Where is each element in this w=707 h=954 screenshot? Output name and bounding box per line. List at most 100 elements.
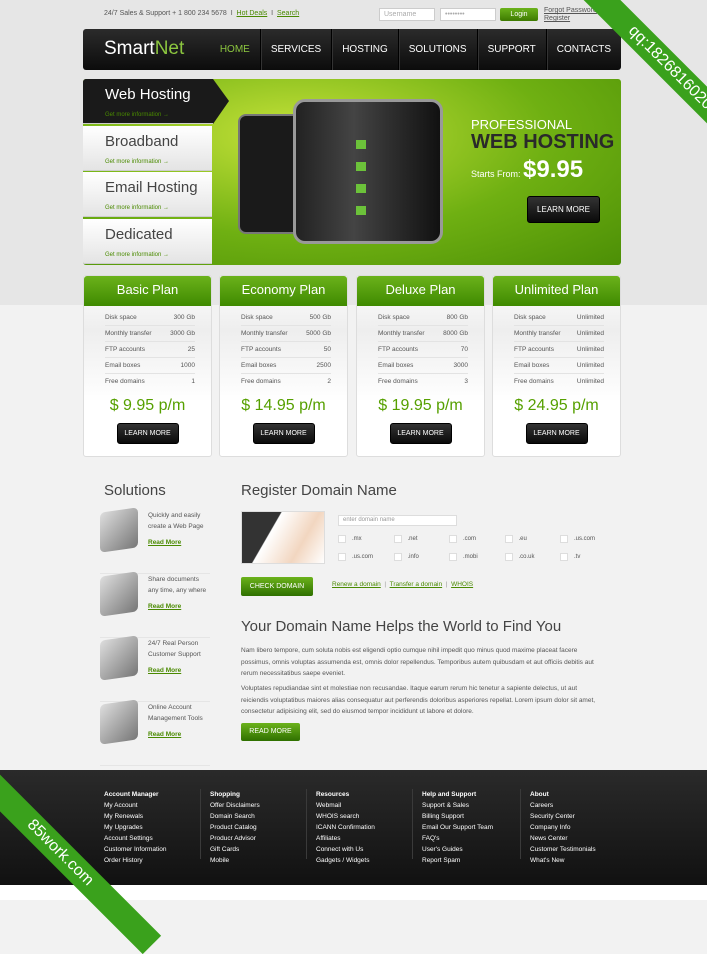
read-more-link[interactable]: Read More (148, 601, 213, 612)
nav-item-hosting[interactable]: HOSTING (331, 29, 398, 70)
solution-item: 24/7 Real Person Customer Support Read Mor… (100, 635, 213, 702)
feature-row: Free domains Unlimited (514, 374, 604, 390)
footer-link[interactable]: Email Our Support Team (422, 822, 493, 833)
check-domain-button[interactable]: CHECK DOMAIN (241, 577, 313, 596)
banner-learn-more-button[interactable]: LEARN MORE (527, 196, 600, 223)
tld-checkbox[interactable]: .eu (504, 535, 560, 543)
banner-tab-link[interactable]: Get more information → (105, 112, 169, 118)
footer-link[interactable]: User's Guides (422, 844, 493, 855)
footer-link[interactable]: My Renewals (104, 811, 167, 822)
footer-link[interactable]: My Upgrades (104, 822, 167, 833)
nav-item-home[interactable]: HOME (210, 29, 260, 70)
footer-link[interactable]: What's New (530, 855, 596, 866)
footer-link[interactable]: My Account (104, 800, 167, 811)
plan-learn-more-button[interactable]: LEARN MORE (389, 423, 452, 444)
feature-row: Disk space Unlimited (514, 310, 604, 326)
banner-tab-link[interactable]: Get more information → (105, 159, 169, 165)
nav-item-support[interactable]: SUPPORT (476, 29, 546, 70)
plan-name: Basic Plan (84, 276, 211, 306)
username-input[interactable]: Username (379, 8, 435, 21)
tld-checkbox[interactable]: .mx (338, 535, 393, 543)
footer-link[interactable]: FAQ's (422, 833, 493, 844)
checkbox[interactable] (560, 553, 568, 561)
banner-tab-link[interactable]: Get more information → (105, 205, 169, 211)
plan-learn-more-button[interactable]: LEARN MORE (116, 423, 179, 444)
footer-link[interactable]: Product Catalog (210, 822, 260, 833)
checkbox[interactable] (338, 535, 346, 543)
footer-link[interactable]: Support & Sales (422, 800, 493, 811)
nav-item-contacts[interactable]: CONTACTS (545, 29, 621, 70)
checkbox[interactable] (338, 553, 346, 561)
read-more-button[interactable]: READ MORE (241, 723, 300, 741)
password-input[interactable]: •••••••• (440, 8, 496, 21)
footer-link[interactable]: Customer Information (104, 844, 167, 855)
tld-checkbox[interactable]: .net (393, 535, 449, 543)
footer-heading: Help and Support (422, 791, 477, 798)
hot-deals-link[interactable]: Hot Deals (237, 10, 268, 17)
renew-domain-link[interactable]: Renew a domain (332, 581, 381, 588)
plan-learn-more-button[interactable]: LEARN MORE (525, 423, 588, 444)
banner-tab-link[interactable]: Get more information → (105, 252, 169, 258)
footer-link[interactable]: Account Settings (104, 833, 167, 844)
footer-link[interactable]: News Center (530, 833, 596, 844)
footer-link[interactable]: ICANN Confirmation (316, 822, 375, 833)
footer-link[interactable]: Gadgets / Widgets (316, 855, 375, 866)
transfer-domain-link[interactable]: Transfer a domain (390, 581, 443, 588)
read-more-link[interactable]: Read More (148, 537, 213, 548)
read-more-link[interactable]: Read More (148, 665, 213, 676)
checkbox[interactable] (449, 535, 457, 543)
plan-learn-more-button[interactable]: LEARN MORE (252, 423, 315, 444)
banner-tab[interactable]: Dedicated Get more information → (83, 219, 212, 264)
footer-link[interactable]: Connect with Us (316, 844, 375, 855)
checkbox[interactable] (504, 535, 513, 543)
footer-divider (306, 789, 307, 859)
footer-link[interactable]: Order History (104, 855, 167, 866)
footer-link[interactable]: Domain Search (210, 811, 260, 822)
feature-row: Monthly transfer Unlimited (514, 326, 604, 342)
tld-checkbox[interactable]: .mobi (449, 553, 504, 561)
footer-link[interactable]: Company Info (530, 822, 596, 833)
footer-link[interactable]: WHOIS search (316, 811, 375, 822)
nav-item-services[interactable]: SERVICES (259, 29, 331, 70)
search-link[interactable]: Search (277, 10, 299, 17)
checkbox[interactable] (393, 553, 402, 561)
checkbox[interactable] (449, 553, 457, 561)
footer-link[interactable]: Security Center (530, 811, 596, 822)
footer-link[interactable]: Producr Advisor (210, 833, 260, 844)
tld-checkbox[interactable]: .us.com (338, 553, 393, 561)
footer-link[interactable]: Offer Disclaimers (210, 800, 260, 811)
feature-row: Disk space 300 Gb (105, 310, 195, 326)
checkbox[interactable] (393, 535, 402, 543)
footer-link[interactable]: Gift Cards (210, 844, 260, 855)
feature-row: Free domains 3 (378, 374, 468, 390)
feature-value: 25 (187, 346, 195, 353)
footer-link[interactable]: Mobile (210, 855, 260, 866)
tld-checkbox[interactable]: .co.uk (504, 553, 560, 561)
read-more-link[interactable]: Read More (148, 729, 213, 740)
footer-link[interactable]: Careers (530, 800, 596, 811)
banner-tab[interactable]: Broadband Get more information → (83, 126, 212, 171)
logo[interactable]: SmartNet (104, 38, 184, 60)
whois-link[interactable]: WHOIS (451, 581, 473, 588)
tld-checkbox[interactable]: .us.com (560, 535, 615, 543)
footer-link[interactable]: Report Spam (422, 855, 493, 866)
support-phone: 24/7 Sales & Support + 1 800 234 5678 (104, 10, 227, 17)
checkbox[interactable] (504, 553, 513, 561)
login-button[interactable]: Login (500, 8, 538, 21)
logo-text: Smart (104, 38, 155, 59)
nav-item-solutions[interactable]: SOLUTIONS (397, 29, 477, 70)
tld-checkbox[interactable]: .info (393, 553, 449, 561)
forgot-password-link[interactable]: Forgot Password (544, 7, 597, 15)
banner-tab[interactable]: Email Hosting Get more information → (83, 172, 212, 217)
register-link[interactable]: Register (544, 15, 597, 23)
tld-checkbox[interactable]: .tv (560, 553, 615, 561)
tld-label: .mobi (463, 554, 478, 560)
footer-link[interactable]: Customer Testimonials (530, 844, 596, 855)
checkbox[interactable] (560, 535, 568, 543)
footer-link[interactable]: Affiliates (316, 833, 375, 844)
tld-checkbox[interactable]: .com (449, 535, 504, 543)
banner-tab[interactable]: Web Hosting Get more information → (83, 79, 229, 124)
domain-input[interactable]: enter domain name (338, 515, 457, 526)
footer-link[interactable]: Billing Support (422, 811, 493, 822)
footer-link[interactable]: Webmail (316, 800, 375, 811)
